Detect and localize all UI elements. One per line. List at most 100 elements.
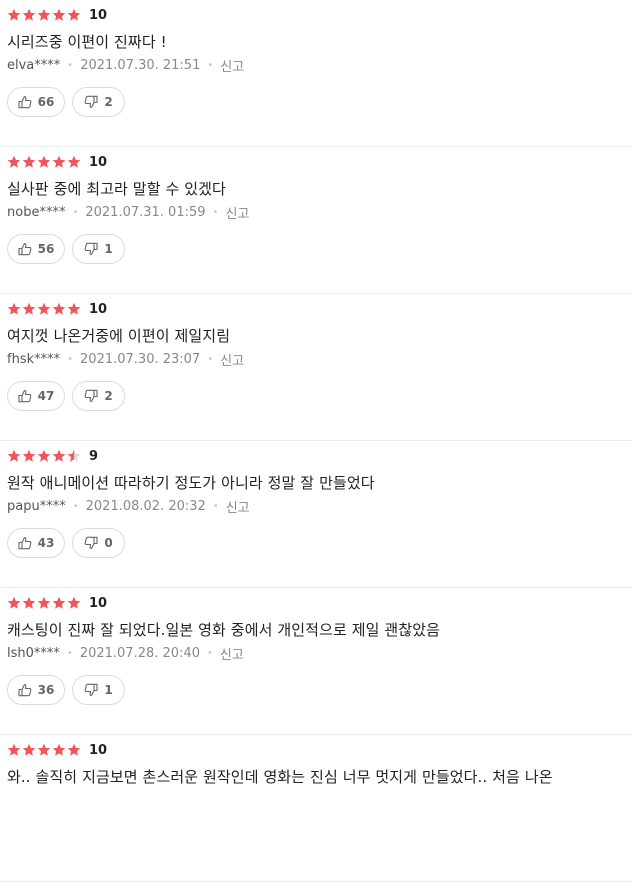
vote-buttons: 36 1 xyxy=(7,675,125,705)
thumbs-up-icon xyxy=(18,389,32,403)
vote-buttons: 66 2 xyxy=(7,87,125,117)
star-icon xyxy=(52,302,66,315)
star-icon xyxy=(67,743,81,756)
dislike-button[interactable]: 1 xyxy=(72,234,125,264)
separator-dot: • xyxy=(72,501,79,512)
star-icon xyxy=(37,449,51,462)
reviewer-id: nobe**** xyxy=(7,205,66,220)
rating-score: 10 xyxy=(89,742,108,758)
like-button[interactable]: 43 xyxy=(7,528,65,558)
dislike-count: 2 xyxy=(104,95,113,109)
rating-score: 10 xyxy=(89,595,108,611)
rating: 9 xyxy=(7,447,98,465)
review-item: 10 시리즈중 이편이 진짜다 ! elva**** • 2021.07.30.… xyxy=(0,0,632,147)
like-button[interactable]: 66 xyxy=(7,87,65,117)
review-item: 10 와.. 솔직히 지금보면 촌스러운 원작인데 영화는 진심 너무 멋지게 … xyxy=(0,735,632,882)
thumbs-up-icon xyxy=(18,242,32,256)
like-count: 66 xyxy=(37,95,55,109)
star-icon xyxy=(52,743,66,756)
dislike-button[interactable]: 0 xyxy=(72,528,125,558)
rating-score: 10 xyxy=(89,7,108,23)
report-link[interactable]: 신고 xyxy=(226,497,250,516)
rating-score: 10 xyxy=(89,154,108,170)
star-icon xyxy=(67,8,81,21)
vote-buttons: 43 0 xyxy=(7,528,125,558)
dislike-button[interactable]: 1 xyxy=(72,675,125,705)
star-icon xyxy=(7,155,21,168)
rating: 10 xyxy=(7,741,107,759)
star-icon xyxy=(22,302,36,315)
star-icon xyxy=(52,8,66,21)
like-button[interactable]: 56 xyxy=(7,234,65,264)
review-date: 2021.08.02. 20:32 xyxy=(85,499,206,514)
star-icon xyxy=(37,155,51,168)
review-date: 2021.07.30. 23:07 xyxy=(80,352,201,367)
dislike-count: 1 xyxy=(104,242,113,256)
star-icon xyxy=(22,449,36,462)
review-meta: papu**** • 2021.08.02. 20:32 • 신고 xyxy=(7,497,250,516)
report-link[interactable]: 신고 xyxy=(220,644,244,663)
thumbs-up-icon xyxy=(18,95,32,109)
dislike-button[interactable]: 2 xyxy=(72,381,125,411)
star-rating xyxy=(7,8,81,22)
separator-dot: • xyxy=(67,60,74,71)
thumbs-up-icon xyxy=(18,683,32,697)
like-button[interactable]: 36 xyxy=(7,675,65,705)
review-text: 캐스팅이 진짜 잘 되었다.일본 영화 중에서 개인적으로 제일 괜찮았음 xyxy=(7,621,441,639)
vote-buttons: 56 1 xyxy=(7,234,125,264)
star-icon xyxy=(7,8,21,21)
rating: 10 xyxy=(7,6,107,24)
star-rating xyxy=(7,155,81,169)
report-link[interactable]: 신고 xyxy=(220,350,244,369)
star-icon xyxy=(22,743,36,756)
star-icon xyxy=(37,302,51,315)
review-item: 9 원작 애니메이션 따라하기 정도가 아니라 정말 잘 만들었다 papu**… xyxy=(0,441,632,588)
dislike-count: 0 xyxy=(104,536,113,550)
separator-dot: • xyxy=(72,207,79,218)
separator-dot: • xyxy=(67,354,74,365)
review-meta: lsh0**** • 2021.07.28. 20:40 • 신고 xyxy=(7,644,244,663)
reviewer-id: papu**** xyxy=(7,499,66,514)
star-rating xyxy=(7,302,81,316)
review-meta: fhsk**** • 2021.07.30. 23:07 • 신고 xyxy=(7,350,244,369)
review-text: 와.. 솔직히 지금보면 촌스러운 원작인데 영화는 진심 너무 멋지게 만들었… xyxy=(7,768,553,786)
review-date: 2021.07.31. 01:59 xyxy=(85,205,206,220)
review-item: 10 캐스팅이 진짜 잘 되었다.일본 영화 중에서 개인적으로 제일 괜찮았음… xyxy=(0,588,632,735)
rating: 10 xyxy=(7,153,107,171)
report-link[interactable]: 신고 xyxy=(225,203,249,222)
star-rating xyxy=(7,743,81,757)
thumbs-down-icon xyxy=(84,95,98,109)
star-rating xyxy=(7,596,81,610)
separator-dot: • xyxy=(207,60,214,71)
dislike-count: 2 xyxy=(104,389,113,403)
review-text: 원작 애니메이션 따라하기 정도가 아니라 정말 잘 만들었다 xyxy=(7,474,375,492)
dislike-button[interactable]: 2 xyxy=(72,87,125,117)
like-count: 43 xyxy=(37,536,55,550)
separator-dot: • xyxy=(206,648,213,659)
star-icon xyxy=(7,302,21,315)
vote-buttons: 47 2 xyxy=(7,381,125,411)
star-icon xyxy=(7,596,21,609)
review-meta: elva**** • 2021.07.30. 21:51 • 신고 xyxy=(7,56,244,75)
reviewer-id: lsh0**** xyxy=(7,646,60,661)
review-meta: nobe**** • 2021.07.31. 01:59 • 신고 xyxy=(7,203,249,222)
review-list: 10 시리즈중 이편이 진짜다 ! elva**** • 2021.07.30.… xyxy=(0,0,632,882)
review-text: 실사판 중에 최고라 말할 수 있겠다 xyxy=(7,180,226,198)
thumbs-down-icon xyxy=(84,683,98,697)
star-icon xyxy=(22,596,36,609)
reviewer-id: fhsk**** xyxy=(7,352,61,367)
separator-dot: • xyxy=(212,501,219,512)
like-button[interactable]: 47 xyxy=(7,381,65,411)
separator-dot: • xyxy=(66,648,73,659)
review-item: 10 여지껏 나온거중에 이편이 제일지림 fhsk**** • 2021.07… xyxy=(0,294,632,441)
thumbs-down-icon xyxy=(84,389,98,403)
separator-dot: • xyxy=(207,354,214,365)
star-icon xyxy=(67,155,81,168)
rating: 10 xyxy=(7,594,107,612)
star-icon xyxy=(67,596,81,609)
separator-dot: • xyxy=(212,207,219,218)
rating-score: 9 xyxy=(89,448,99,464)
star-icon xyxy=(52,449,66,462)
rating: 10 xyxy=(7,300,107,318)
report-link[interactable]: 신고 xyxy=(220,56,244,75)
